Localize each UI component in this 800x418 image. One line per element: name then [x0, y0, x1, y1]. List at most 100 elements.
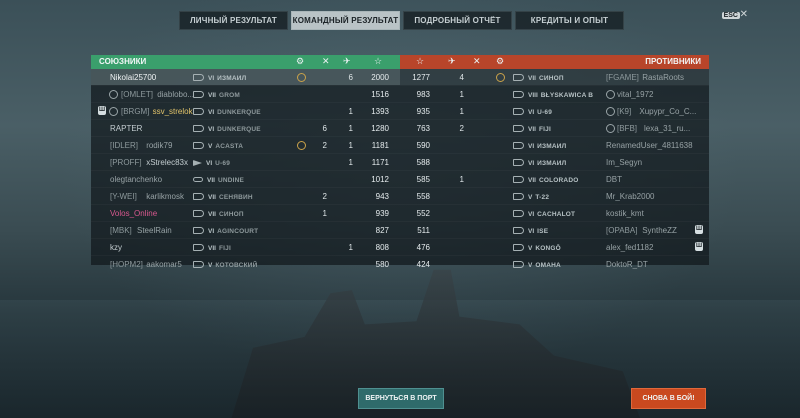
player-name[interactable]: RenamedUser_4811638	[606, 141, 693, 150]
player-name[interactable]: rodik79	[146, 141, 172, 150]
ship-class-icon	[513, 108, 524, 116]
plane-icon: ✈	[343, 56, 351, 66]
player-name[interactable]: kzy	[110, 243, 122, 252]
player-name[interactable]: Mr_Krab2000	[606, 192, 654, 201]
player-name[interactable]: SteelRain	[137, 226, 172, 235]
enemies-header: ☆ ✈ ✕ ⚙ ПРОТИВНИКИ	[400, 55, 709, 69]
ally-xp-value: 1012	[371, 175, 389, 184]
enemy-xp-value: 558	[416, 192, 430, 201]
enemy-row[interactable]: 511 VI ISE [OPABA] SyntheZZ Ш	[400, 221, 709, 238]
player-name[interactable]: SyntheZZ	[642, 226, 677, 235]
ship-class-icon	[513, 261, 524, 269]
ship-class-icon	[193, 261, 204, 269]
enemy-row[interactable]: 590 VI ИЗМАИЛ RenamedUser_4811638	[400, 136, 709, 153]
ship-class-icon	[513, 159, 524, 167]
ally-row[interactable]: Ш [BRGM] ssv_strelok VI DUNKERQUE 1 1393	[91, 102, 400, 119]
player-name[interactable]: vital_1972	[617, 90, 653, 99]
ship-tier: VII	[208, 211, 216, 218]
ship-tier: VII	[207, 177, 215, 184]
player-name[interactable]: lexa_31_ru...	[644, 124, 690, 133]
ship-name: DUNKERQUE	[217, 126, 261, 133]
ally-row[interactable]: [HOPM2] aakomar5 V КОТОВСКИЙ 580	[91, 255, 400, 272]
player-name[interactable]: Im_Segyn	[606, 158, 642, 167]
ally-row[interactable]: olegtanchenko VII UNDINE 1012	[91, 170, 400, 187]
tab-personal-result[interactable]: ЛИЧНЫЙ РЕЗУЛЬТАТ	[179, 11, 288, 30]
ship-class-icon	[513, 227, 524, 235]
tab-credits-and-xp[interactable]: КРЕДИТЫ И ОПЫТ	[515, 11, 624, 30]
ally-row[interactable]: kzy VII FIJI 1 808	[91, 238, 400, 255]
ship-class-icon	[193, 193, 204, 201]
ally-planes-value: 1	[348, 158, 353, 167]
ship-cell: VII FIJI	[513, 124, 551, 133]
enemy-row[interactable]: 476 V KONGŌ alex_fed1182 Ш	[400, 238, 709, 255]
ally-row[interactable]: [OMLET] diablobo... VII GROM 1516	[91, 85, 400, 102]
player-name[interactable]: kostik_kmt	[606, 209, 644, 218]
player-name[interactable]: ssv_strelok	[153, 107, 193, 116]
ship-name: UNDINE	[217, 177, 245, 184]
enemy-xp-value: 983	[416, 90, 430, 99]
ship-name: COLORADO	[538, 177, 579, 184]
ship-tier: VI	[208, 228, 215, 235]
close-icon[interactable]: ✕	[740, 9, 748, 20]
esc-key-badge[interactable]: ESC	[721, 12, 740, 19]
enemy-row[interactable]: 763 2 VII FIJI [BFB] lexa_31_ru...	[400, 119, 709, 136]
tab-detailed-report[interactable]: ПОДРОБНЫЙ ОТЧЁТ	[403, 11, 512, 30]
ship-class-icon	[513, 125, 524, 133]
player-name[interactable]: olegtanchenko	[110, 175, 162, 184]
ally-row[interactable]: Nikolai25700 VI ИЗМАИЛ 6 2000	[91, 69, 400, 85]
enemy-row[interactable]: 558 V T-22 Mr_Krab2000	[400, 187, 709, 204]
enemy-row[interactable]: 552 VI CACHALOT kostik_kmt	[400, 204, 709, 221]
player-name[interactable]: RAPTER	[110, 124, 142, 133]
enemy-row[interactable]: 935 1 VI U-69 [K9] Xupypr_Co_C...	[400, 102, 709, 119]
ship-tier: VI	[528, 143, 535, 150]
enemy-xp-value: 552	[416, 209, 430, 218]
ship-cell: VI U-69	[513, 107, 552, 116]
player-name[interactable]: Volos_Online	[110, 209, 157, 218]
allies-header: СОЮЗНИКИ ⚙ ✕ ✈ ☆	[91, 55, 400, 69]
ally-row[interactable]: [MBK] SteelRain VI AGINCOURT 827	[91, 221, 400, 238]
ship-name: ISE	[537, 228, 549, 235]
battle-again-button[interactable]: СНОВА В БОЙ!	[631, 388, 706, 409]
enemy-row[interactable]: 585 1 VII COLORADO DBT	[400, 170, 709, 187]
player-name[interactable]: DBT	[606, 175, 622, 184]
player-name[interactable]: alex_fed1182	[606, 243, 653, 252]
ally-row[interactable]: [PROFF] xStrelec83x VI U-69 1 1171	[91, 153, 400, 170]
ally-row[interactable]: [IDLER] rodik79 V ACASTA 1 1181 2	[91, 136, 400, 153]
ship-name: T-22	[535, 194, 550, 201]
player-name[interactable]: aakomar5	[146, 260, 182, 269]
ship-cell: VII GROM	[193, 90, 240, 99]
ship-cell: V ACASTA	[193, 141, 243, 150]
enemy-row[interactable]: 1277 4 VII СИНОП [FGAME] RastaRoots	[400, 69, 709, 85]
player-name[interactable]: RastaRoots	[642, 73, 684, 82]
ship-tier: VI	[528, 109, 535, 116]
ship-tier: V	[528, 262, 533, 269]
player-name[interactable]: diablobo...	[157, 90, 194, 99]
ally-xp-value: 943	[375, 192, 389, 201]
ally-row[interactable]: RAPTER VI DUNKERQUE 1 1280 6	[91, 119, 400, 136]
clan-tag: [HOPM2]	[110, 260, 143, 269]
enemy-row[interactable]: 983 1 VIII BŁYSKAWICA B vital_1972	[400, 85, 709, 102]
return-to-port-button[interactable]: ВЕРНУТЬСЯ В ПОРТ	[358, 388, 444, 409]
enemy-row[interactable]: 424 V OMAHA DoktoR_DT	[400, 255, 709, 272]
player-name[interactable]: DoktoR_DT	[606, 260, 648, 269]
ship-cell: V OMAHA	[513, 260, 561, 269]
ship-class-icon	[513, 91, 524, 99]
ship-cell: VIII BŁYSKAWICA B	[513, 90, 593, 99]
ally-row[interactable]: Volos_Online VII СИНОП 939 1	[91, 204, 400, 221]
player-name[interactable]: Nikolai25700	[110, 73, 156, 82]
ship-cell: VII СИНОП	[513, 73, 564, 82]
player-name[interactable]: Xupypr_Co_C...	[639, 107, 696, 116]
player-name[interactable]: xStrelec83x	[146, 158, 188, 167]
rank-badge-icon: Ш	[695, 242, 703, 251]
player-name[interactable]: karlikmosk	[146, 192, 184, 201]
ship-name: CACHALOT	[537, 211, 576, 218]
status-icon	[109, 90, 118, 99]
medal-icon	[496, 73, 505, 82]
ally-row[interactable]: [Y-WEI] karlikmosk VII СЕНЯВИН 943 2	[91, 187, 400, 204]
ship-cell: VI DUNKERQUE	[193, 107, 261, 116]
enemy-xp-value: 585	[416, 175, 430, 184]
enemy-row[interactable]: 588 VI ИЗМАИЛ Im_Segyn	[400, 153, 709, 170]
clan-tag: [OPABA]	[606, 226, 638, 235]
enemy-xp-value: 935	[416, 107, 430, 116]
tab-team-result[interactable]: КОМАНДНЫЙ РЕЗУЛЬТАТ	[291, 11, 400, 30]
